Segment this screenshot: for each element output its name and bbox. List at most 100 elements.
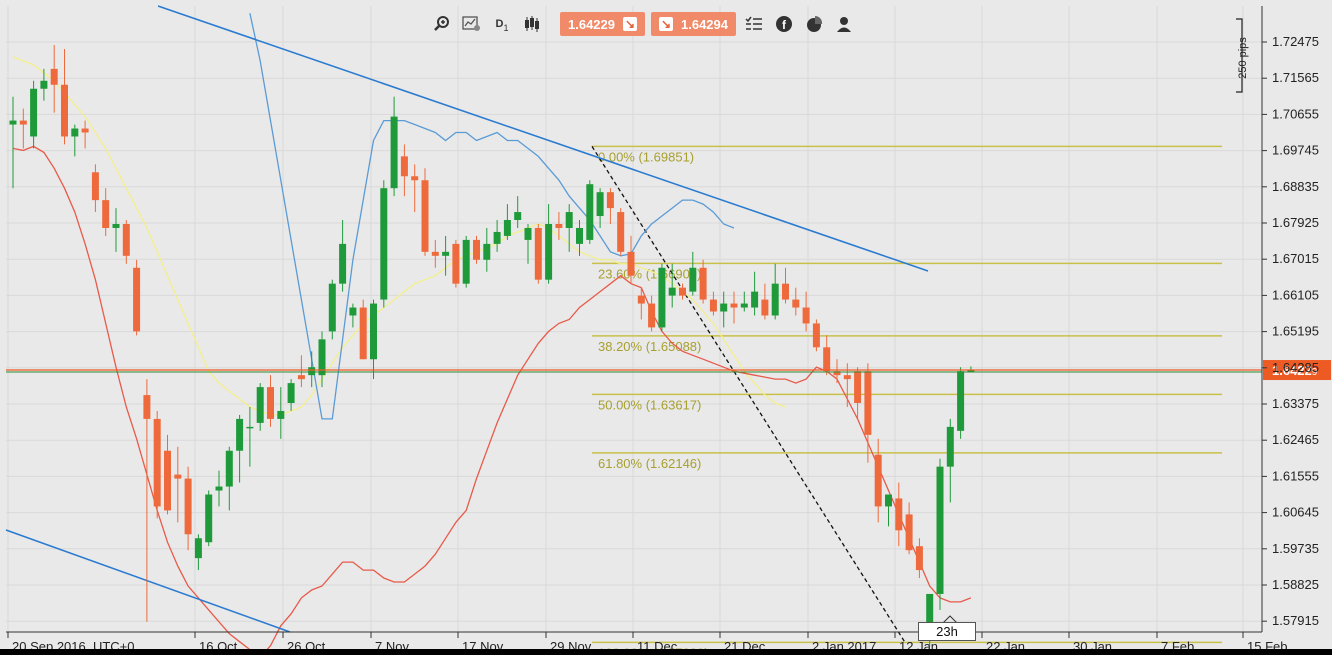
candle-body (823, 347, 831, 372)
y-tick-label: 1.65195 (1272, 324, 1319, 339)
pie-icon[interactable] (802, 12, 826, 36)
candles-icon[interactable] (520, 12, 544, 36)
candle (936, 458, 944, 610)
candle (339, 220, 347, 292)
timeframe-sub-label: 1 (503, 23, 509, 33)
candle-body (699, 267, 707, 300)
price-chart[interactable]: 0.00% (1.69851)23.60% (1.66909)38.20% (1… (0, 0, 1332, 655)
candle-body (637, 295, 645, 304)
candle-body (308, 367, 316, 376)
candle-body (854, 371, 862, 404)
y-tick-label: 1.57915 (1272, 613, 1319, 628)
y-tick-label: 1.59735 (1272, 541, 1319, 556)
candle-body (586, 184, 594, 240)
zoom-icon[interactable] (430, 12, 454, 36)
candle (236, 414, 244, 483)
candle (431, 239, 439, 268)
facebook-icon[interactable]: f (772, 12, 796, 36)
candle (812, 319, 820, 352)
candle-body (503, 220, 511, 236)
candle (782, 267, 789, 304)
candle (328, 279, 336, 340)
candle-body (339, 243, 347, 284)
candle-body (40, 80, 48, 89)
candle (617, 208, 625, 256)
candle-body (812, 323, 820, 348)
candle (102, 188, 110, 236)
candle-body (709, 299, 717, 312)
candle-body (565, 212, 573, 228)
candle-body (81, 128, 89, 133)
candle (133, 259, 141, 336)
buy-button[interactable]: ↘ 1.64294 (651, 12, 736, 36)
candle (730, 291, 738, 324)
candle (555, 212, 563, 240)
candle-body (576, 227, 583, 244)
sell-button[interactable]: 1.64229 ↘ (560, 12, 645, 36)
y-tick-label: 1.62465 (1272, 432, 1319, 447)
y-tick-label: 1.67925 (1272, 215, 1319, 230)
candle-body (380, 188, 388, 300)
candle-body (225, 450, 233, 487)
candle-body (895, 498, 903, 531)
candle-body (617, 212, 625, 252)
candle (473, 235, 480, 264)
candle (411, 164, 419, 213)
candle (50, 44, 58, 113)
candle-body (277, 410, 285, 419)
candle-body (421, 180, 429, 252)
candle-body (19, 120, 27, 125)
candle (771, 263, 779, 320)
candle (658, 263, 666, 332)
candle (246, 406, 254, 467)
candle (648, 295, 656, 332)
candle (823, 335, 831, 376)
candle (802, 291, 810, 332)
candle-body (400, 156, 408, 177)
candle-body (133, 267, 141, 332)
timeframe-selector[interactable]: D 1 (490, 12, 514, 36)
candle-body (483, 243, 491, 260)
candle (205, 490, 213, 547)
candle (679, 283, 686, 300)
candle-body (627, 251, 635, 276)
candle (112, 208, 120, 252)
candle-body (782, 283, 789, 300)
candle (483, 227, 491, 272)
chart-settings-icon[interactable] (460, 12, 484, 36)
candle-body (431, 251, 439, 256)
candle-body (164, 450, 171, 511)
candle-body (287, 383, 295, 404)
candle (524, 223, 532, 264)
y-tick-label: 1.69745 (1272, 143, 1319, 158)
candle (967, 366, 975, 372)
candle-body (802, 307, 810, 324)
person-icon[interactable] (832, 12, 856, 36)
candle (946, 418, 954, 503)
candle-body (648, 303, 656, 328)
fib-level-label: 61.80% (1.62146) (598, 456, 701, 471)
candle (71, 124, 79, 157)
candle-body (452, 243, 460, 284)
chart-area[interactable]: 0.00% (1.69851) 23.60% (1.66909) 38.20% (1… (0, 0, 1332, 655)
candle (761, 283, 769, 320)
candle (9, 96, 17, 189)
fib-level-label: 38.20% (1.65088) (598, 339, 701, 354)
candle-body (112, 223, 120, 228)
candle (885, 494, 892, 527)
candle-body (658, 267, 666, 328)
y-tick-label: 1.68835 (1272, 179, 1319, 194)
candle (462, 235, 470, 288)
list-icon[interactable] (742, 12, 766, 36)
candle-body (771, 283, 779, 316)
candle-body (792, 299, 800, 308)
candle-body (174, 474, 182, 479)
candle (184, 466, 192, 551)
candle (267, 375, 274, 427)
candle-body (246, 426, 254, 429)
candle-body (462, 239, 470, 284)
candle (256, 383, 264, 431)
fib-level-label: 23.60% (1.66909) (598, 266, 701, 281)
candle-body (256, 387, 264, 423)
y-tick-label: 1.66105 (1272, 287, 1319, 302)
